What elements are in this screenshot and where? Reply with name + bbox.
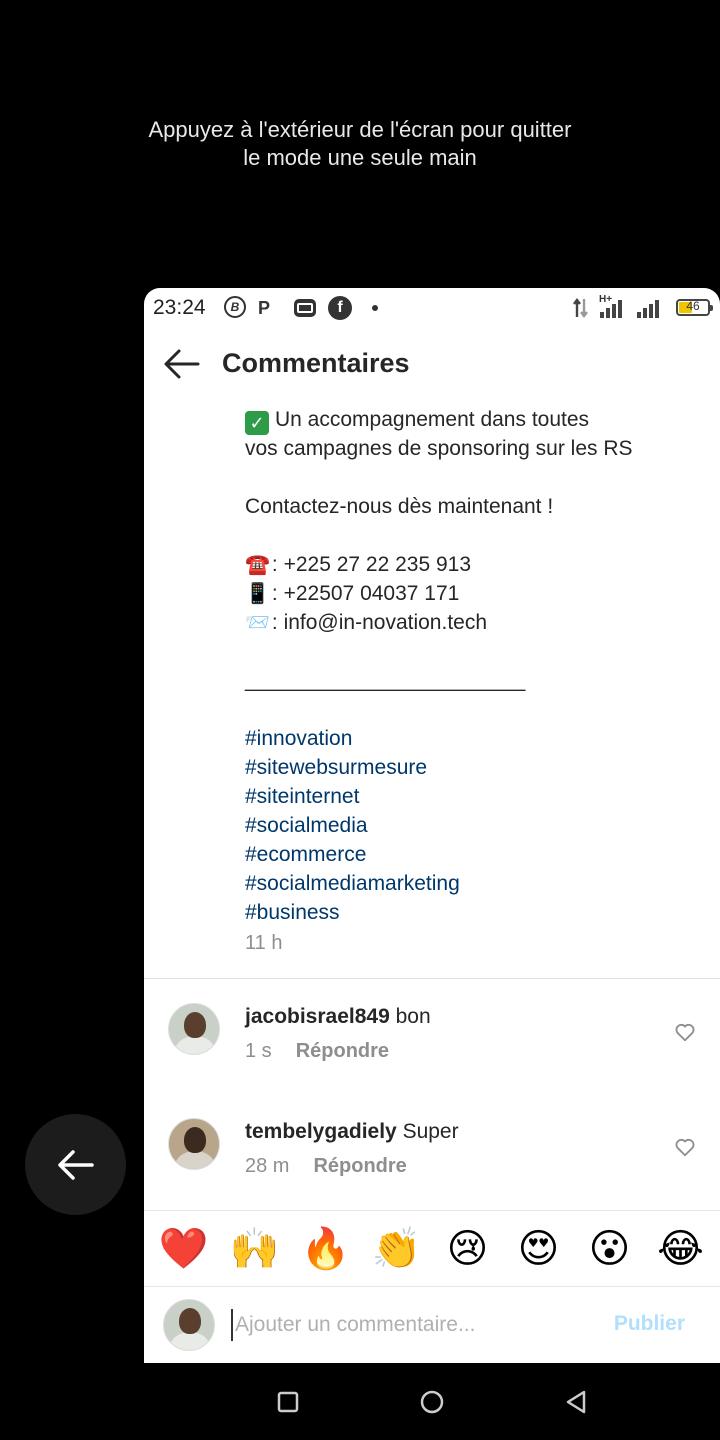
avatar[interactable] [168,1118,220,1170]
quick-reaction-bar: ❤️ 🙌 🔥 👏 😢 😍 😮 😂 [144,1210,720,1286]
comment-body: tembelygadiely Super [245,1120,459,1144]
avatar [163,1299,215,1351]
hashtag-link[interactable]: #sitewebsurmesure [245,753,705,782]
back-arrow-icon[interactable] [162,348,202,380]
back-arrow-icon [57,1149,94,1180]
caption-line-2: vos campagnes de sponsoring sur les RS [245,437,633,460]
caption-line-1: Un accompagnement dans toutes [275,408,590,431]
divider [144,978,720,979]
caption-separator: ________________________ [245,669,526,692]
publish-button[interactable]: Publier [614,1312,685,1336]
caption-contact: Contactez-nous dès maintenant ! [245,495,554,518]
reply-button[interactable]: Répondre [296,1040,389,1062]
raising-hands-reaction[interactable]: 🙌 [229,1223,281,1275]
dot-icon [372,305,378,311]
comment-item: jacobisrael849 bon 1 s Répondre [144,993,720,1083]
comment-text: Super [396,1120,459,1143]
avatar[interactable] [168,1003,220,1055]
status-bar: 23:24 B P f H+ 46 [144,288,720,328]
hashtag-link[interactable]: #siteinternet [245,782,705,811]
signal-icon [637,298,659,318]
facebook-icon: f [328,296,352,320]
recent-apps-button[interactable] [273,1387,303,1417]
surprised-reaction[interactable]: 😮 [584,1223,636,1275]
signal-h-plus-icon [600,298,622,318]
mobile-phone-icon: 📱 [245,583,270,605]
data-transfer-icon [573,298,588,318]
comment-item: tembelygadiely Super 28 m Répondre [144,1108,720,1198]
battery-icon: 46 [676,299,713,316]
comment-composer: Publier [144,1286,720,1363]
envelope-icon: 📨 [245,612,270,634]
system-nav-bar [0,1363,720,1440]
comment-username[interactable]: tembelygadiely [245,1120,397,1143]
hashtag-link[interactable]: #innovation [245,724,705,753]
clapping-reaction[interactable]: 👏 [371,1223,423,1275]
telephone-icon: ☎️ [245,554,270,576]
fire-reaction[interactable]: 🔥 [300,1223,352,1275]
crying-reaction[interactable]: 😢 [442,1223,494,1275]
caption-email: : info@in-novation.tech [271,611,488,634]
comment-time: 1 s [245,1040,272,1062]
home-button[interactable] [417,1387,447,1417]
hashtag-link[interactable]: #socialmedia [245,811,705,840]
comment-meta: 1 s Répondre [245,1040,389,1063]
floating-back-button[interactable] [25,1114,126,1215]
status-time: 23:24 [153,296,206,319]
comment-input[interactable] [231,1309,581,1341]
one-hand-mode-hint: Appuyez à l'extérieur de l'écran pour qu… [0,116,720,172]
hint-line-2: le mode une seule main [243,145,477,170]
hint-line-1: Appuyez à l'extérieur de l'écran pour qu… [148,117,572,142]
hashtag-link[interactable]: #ecommerce [245,840,705,869]
comment-body: jacobisrael849 bon [245,1005,431,1029]
comment-meta: 28 m Répondre [245,1155,407,1178]
battery-level: 46 [686,299,700,313]
laughing-reaction[interactable]: 😂 [655,1223,707,1275]
comment-time: 28 m [245,1155,290,1177]
check-mark-icon: ✓ [245,411,269,435]
comment-text: bon [389,1005,431,1028]
heart-eyes-reaction[interactable]: 😍 [513,1223,565,1275]
p-icon: P [258,297,271,318]
app-screen: 23:24 B P f H+ 46 Commentaires ✓ Un accom… [144,288,720,1363]
back-nav-button[interactable] [561,1387,591,1417]
gamepad-icon [294,299,316,317]
page-title: Commentaires [222,348,410,378]
comment-username[interactable]: jacobisrael849 [245,1005,390,1028]
heart-icon[interactable] [674,1021,696,1043]
reply-button[interactable]: Répondre [313,1155,406,1177]
heart-icon[interactable] [674,1136,696,1158]
circle-icon [420,1390,444,1414]
red-heart-reaction[interactable]: ❤️ [158,1223,210,1275]
triangle-back-icon [566,1390,586,1414]
post-timestamp: 11 h [245,932,283,954]
square-icon [277,1391,299,1413]
hashtag-link[interactable]: #business [245,898,705,927]
post-caption: ✓ Un accompagnement dans toutes vos campa… [245,405,705,927]
b-circle-icon: B [224,296,246,318]
caption-phone-1: : +225 27 22 235 913 [271,553,472,576]
page-header: Commentaires [144,340,720,390]
hashtag-link[interactable]: #socialmediamarketing [245,869,705,898]
caption-phone-2: : +22507 04037 171 [271,582,460,605]
